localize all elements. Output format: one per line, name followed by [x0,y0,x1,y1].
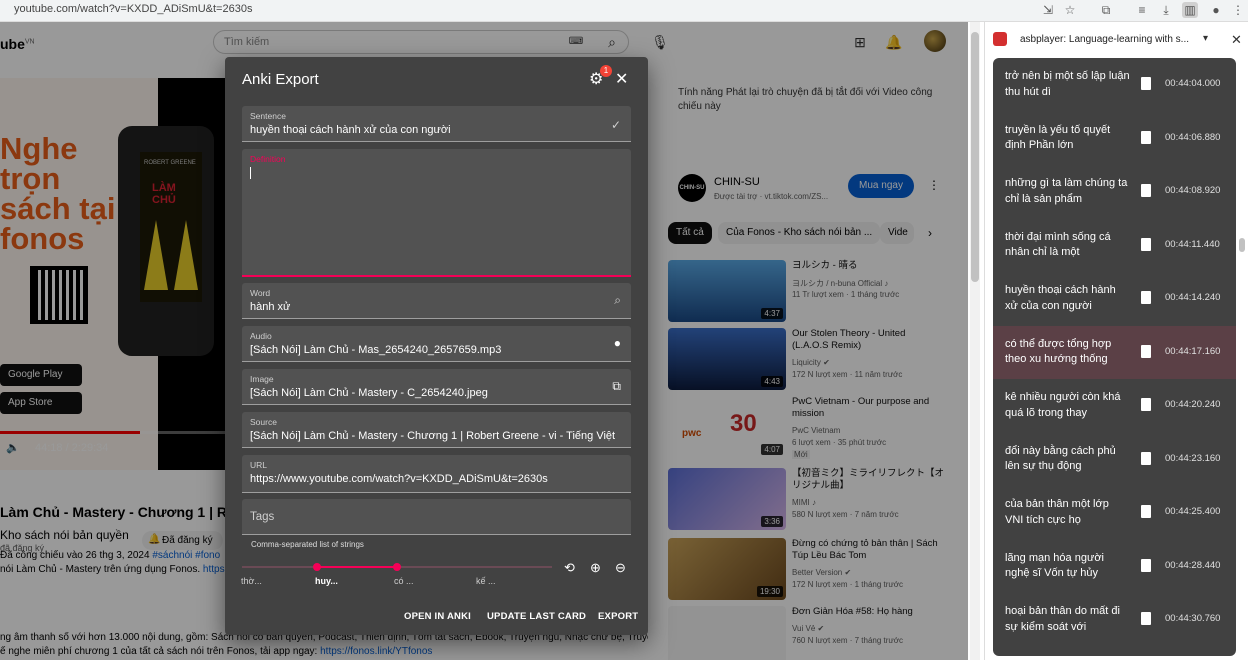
side-panel-icon[interactable]: ▥ [1182,2,1198,18]
tags-helper-text: Comma-separated list of strings [251,540,364,549]
subtitle-text: đổi này bằng cách phủ lên sự thụ động [1005,444,1116,473]
history-icon[interactable]: ⟲ [564,560,575,576]
audio-field[interactable]: Audio [Sách Nói] Làm Chủ - Mas_2654240_2… [242,326,631,362]
subtitle-row[interactable]: lãng mạn hóa người nghệ sĩ Vốn tự hủy 00:… [993,540,1236,593]
subtitle-timestamp: 00:44:08.920 [1165,185,1221,196]
export-button[interactable]: EXPORT [598,611,638,622]
zoom-out-icon[interactable]: ⊖ [615,560,626,576]
notification-badge: 1 [600,65,612,77]
source-field[interactable]: Source [Sách Nói] Làm Chủ - Mastery - Ch… [242,412,631,448]
tags-field[interactable]: Tags [242,499,631,535]
copy-card-icon[interactable] [1141,612,1151,625]
sentence-field[interactable]: Sentence huyền thoại cách hành xử của co… [242,106,631,142]
chevron-down-icon[interactable]: ▾ [1203,33,1208,44]
slider-tick-label: có ... [394,576,414,586]
install-icon[interactable]: ⇲ [1040,2,1056,18]
subtitle-text: hoại bản thân do mất đi sự kiểm soát với [1005,605,1120,633]
subtitle-row[interactable]: huyền thoại cách hành xử của con người 00… [993,272,1236,325]
extensions-icon[interactable]: ⧉ [1098,2,1114,18]
subtitle-timestamp: 00:44:20.240 [1165,399,1221,410]
subtitle-row[interactable]: hoại bản thân do mất đi sự kiểm soát với… [993,593,1236,646]
reading-list-icon[interactable]: ≡ [1134,2,1150,18]
subtitle-row[interactable]: có thể được tổng hợp theo xu hướng thống… [993,325,1236,379]
dialog-title: Anki Export [242,71,319,88]
subtitle-timestamp: 00:44:06.880 [1165,131,1221,143]
subtitle-text: lãng mạn hóa người nghệ sĩ Vốn tự hủy [1005,551,1104,580]
subtitle-row[interactable]: những gì ta làm chúng ta chỉ là sản phẩm… [993,165,1236,218]
panel-title[interactable]: asbplayer: Language-learning with s... [1020,34,1189,45]
asbplayer-side-panel: asbplayer: Language-learning with s... ▾… [984,22,1248,660]
check-icon[interactable]: ✓ [611,118,621,132]
copy-card-icon[interactable] [1141,184,1151,197]
image-field[interactable]: Image [Sách Nói] Làm Chủ - Mastery - C_2… [242,369,631,405]
subtitle-row[interactable]: đổi này bằng cách phủ lên sự thụ động 00:… [993,433,1236,486]
search-icon[interactable]: ⌕ [614,293,621,308]
subtitle-timestamp: 00:44:23.160 [1165,452,1221,464]
definition-field[interactable]: Definition [242,149,631,277]
subtitle-timestamp: 00:44:28.440 [1165,559,1221,571]
subtitle-timestamp: 00:44:17.160 [1165,345,1221,357]
subtitle-text: trở nên bị một số lập luận thu hút dì [1005,70,1130,98]
subtitle-text: kê nhiều người còn khá quá lõ trong thay [1005,391,1121,419]
subtitle-row[interactable]: truyền là yếu tố quyết định Phần lớn 00:4… [993,112,1236,165]
copy-card-icon[interactable] [1141,130,1151,144]
word-field[interactable]: Word hành xử ⌕ [242,283,631,319]
address-bar[interactable]: youtube.com/watch?v=KXDD_ADiSmU&t=2630s [14,3,252,15]
browser-toolbar: youtube.com/watch?v=KXDD_ADiSmU&t=2630s … [0,0,1248,22]
subtitle-text: có thể được tổng hợp theo xu hướng thống [1005,337,1112,366]
subtitle-text: những gì ta làm chúng ta chỉ là sản phẩm [1005,177,1128,205]
slider-handle-end[interactable] [393,563,401,571]
slider-handle-start[interactable] [313,563,321,571]
subtitle-timestamp: 00:44:30.760 [1165,613,1221,624]
menu-icon[interactable]: ⋮ [1230,2,1246,18]
subtitle-timestamp: 00:44:04.000 [1165,78,1221,89]
subtitle-timestamp: 00:44:14.240 [1165,292,1221,303]
close-icon[interactable]: ✕ [615,69,628,89]
close-icon[interactable]: ✕ [1231,32,1242,48]
download-icon[interactable]: ⤓ [1158,2,1174,18]
profile-icon[interactable]: ● [1208,2,1224,18]
subtitle-row[interactable]: thời đại mình sống cá nhân chỉ là một 00:… [993,219,1236,272]
subtitle-scrollbar[interactable] [1238,58,1246,656]
copy-card-icon[interactable] [1141,558,1151,572]
subtitle-row[interactable]: trở nên bị một số lập luận thu hút dì 00:… [993,58,1236,111]
subtitle-list: trở nên bị một số lập luận thu hút dì 00:… [993,58,1236,656]
copy-card-icon[interactable] [1141,505,1151,518]
page-scrollbar[interactable] [970,22,980,660]
subtitle-text: huyền thoại cách hành xử của con người [1005,284,1116,312]
copy-card-icon[interactable] [1141,398,1151,411]
slider-tick-label: huy... [315,576,338,586]
copy-card-icon[interactable] [1141,77,1151,90]
subtitle-text: truyền là yếu tố quyết định Phần lớn [1005,123,1111,152]
subtitle-row[interactable]: kê nhiều người còn khá quá lõ trong thay… [993,379,1236,432]
subtitle-timestamp: 00:44:11.440 [1165,238,1220,250]
copy-card-icon[interactable] [1141,451,1151,465]
copy-card-icon[interactable] [1141,237,1151,251]
sentence-range-slider[interactable] [242,563,552,571]
subtitle-timestamp: 00:44:25.400 [1165,506,1221,517]
copy-icon[interactable]: ⧉ [612,379,621,394]
copy-card-icon[interactable] [1141,344,1151,358]
update-last-card-button[interactable]: UPDATE LAST CARD [487,611,586,622]
slider-tick-label: thờ... [241,576,262,586]
zoom-in-icon[interactable]: ⊕ [590,560,601,576]
subtitle-text: thời đại mình sống cá nhân chỉ là một [1005,230,1111,259]
subtitle-row[interactable]: của bản thân một lớp VNI tích cực họ 00:4… [993,486,1236,539]
bookmark-star-icon[interactable]: ☆ [1062,2,1078,18]
open-in-anki-button[interactable]: OPEN IN ANKI [404,611,471,622]
play-audio-icon[interactable]: ● [614,336,621,350]
url-field[interactable]: URL https://www.youtube.com/watch?v=KXDD… [242,455,631,493]
slider-tick-label: kế ... [476,576,496,586]
anki-export-dialog: Anki Export ⚙ 1 ✕ Sentence huyền thoại c… [225,57,648,635]
asbplayer-icon [993,32,1007,46]
copy-card-icon[interactable] [1141,291,1151,304]
subtitle-text: của bản thân một lớp VNI tích cực họ [1005,498,1109,526]
